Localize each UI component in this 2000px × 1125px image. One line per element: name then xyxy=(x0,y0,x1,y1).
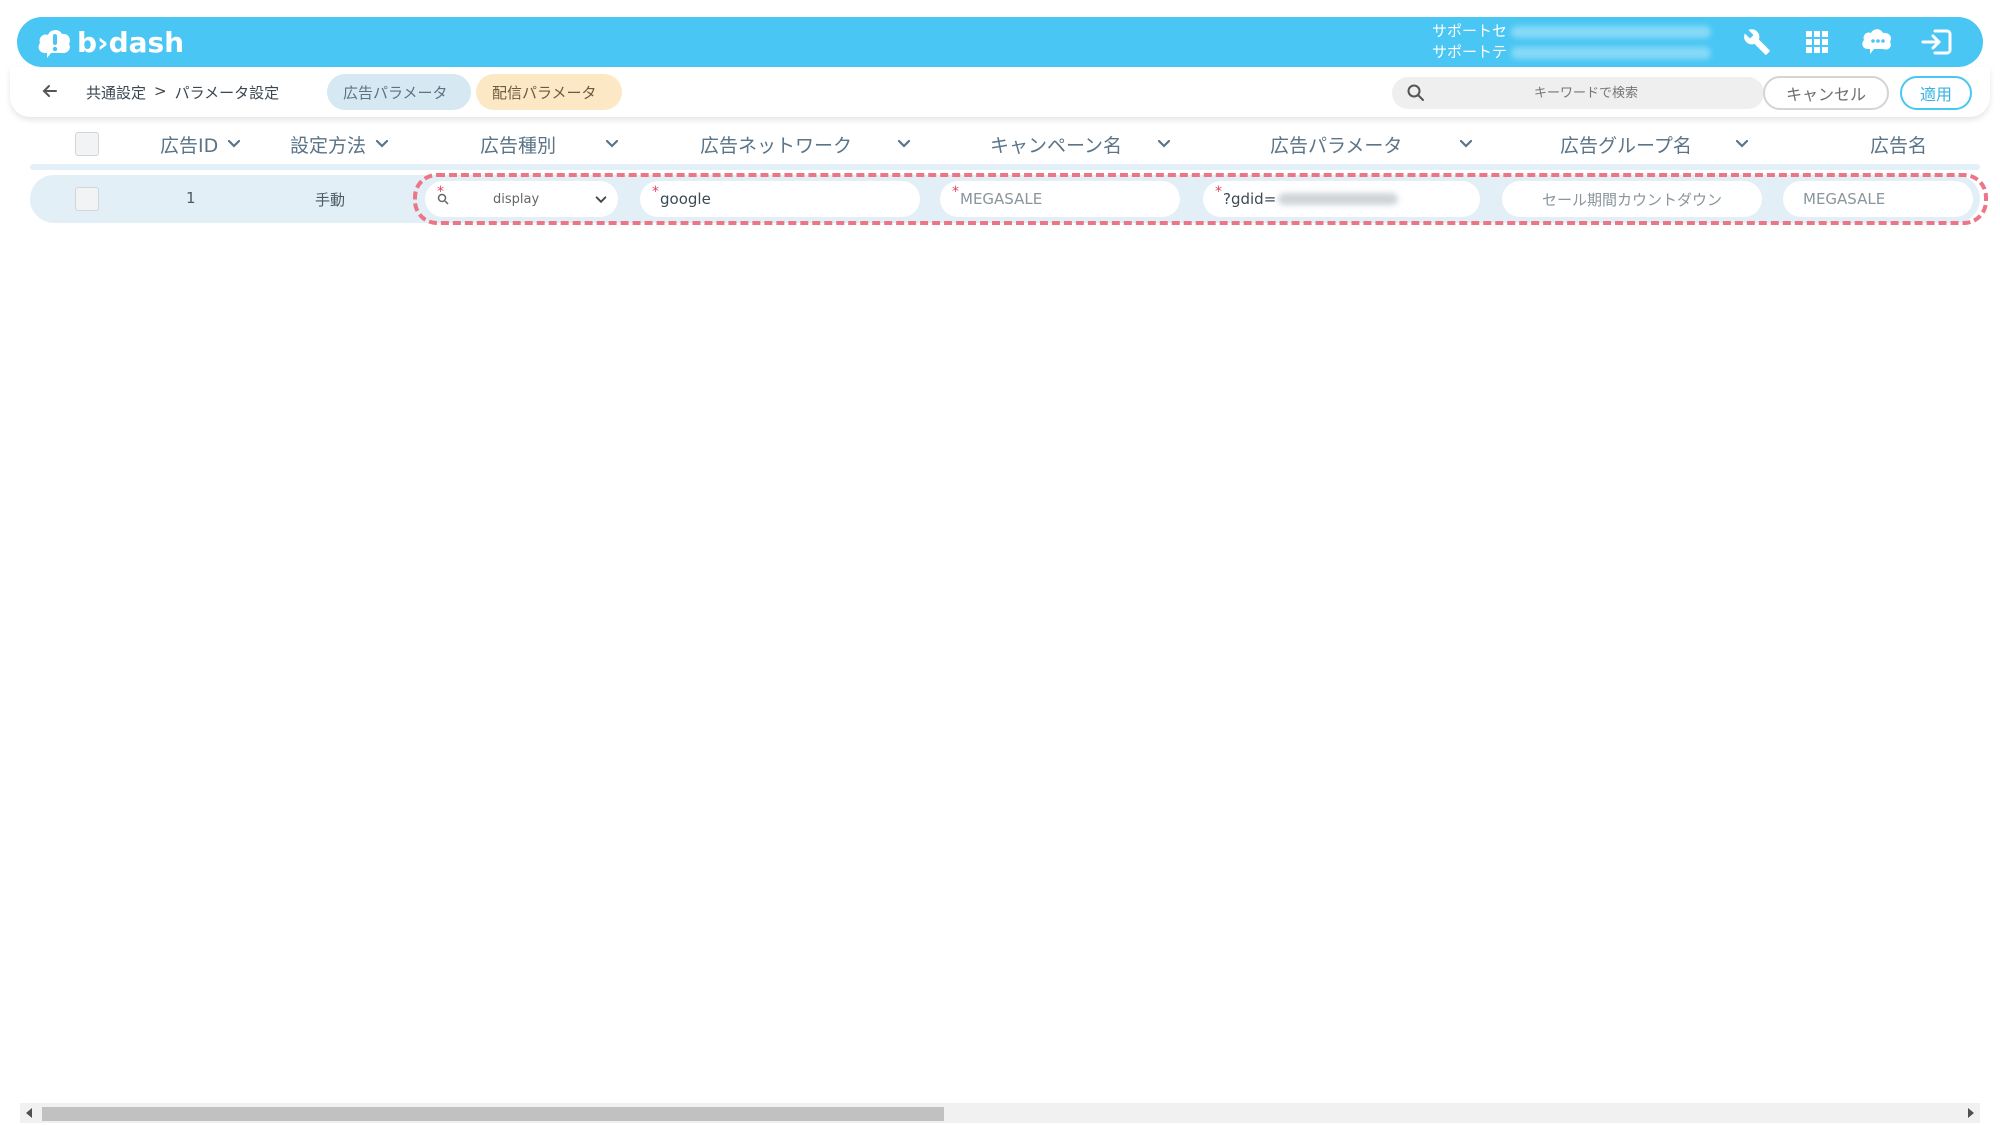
chevron-down-icon xyxy=(1735,139,1748,148)
redacted-text xyxy=(1511,25,1712,38)
logout-icon[interactable] xyxy=(1921,26,1953,58)
breadcrumb-common-settings[interactable]: 共通設定 xyxy=(86,82,146,103)
column-header-ad-group-name[interactable]: 広告グループ名 xyxy=(1560,130,1750,158)
chevron-down-icon xyxy=(228,139,241,148)
top-bar: b›dash サポートセ サポートテ xyxy=(17,17,1983,67)
breadcrumb-parameter-settings: パラメータ設定 xyxy=(174,84,280,102)
support-line-1: サポートセ xyxy=(1432,22,1508,40)
search-box xyxy=(1392,77,1764,109)
header-divider xyxy=(30,164,1980,170)
horizontal-scrollbar[interactable] xyxy=(20,1103,1980,1123)
logo-text: b›dash xyxy=(77,25,185,59)
tab-ad-parameters[interactable]: 広告パラメータ xyxy=(327,74,471,110)
grid-icon[interactable] xyxy=(1801,26,1833,58)
tab-distribution-parameters[interactable]: 配信パラメータ xyxy=(476,74,622,110)
logo[interactable]: b›dash xyxy=(37,23,184,61)
breadcrumb-separator: > xyxy=(154,82,167,100)
chevron-down-icon xyxy=(897,139,911,148)
column-header-campaign-name[interactable]: キャンペーン名 xyxy=(990,130,1172,158)
chat-bubble-icon[interactable] xyxy=(1861,26,1893,58)
scroll-thumb[interactable] xyxy=(42,1107,944,1121)
chevron-down-icon xyxy=(1157,139,1171,148)
column-header-ad-type[interactable]: 広告種別 xyxy=(480,130,620,158)
redacted-text xyxy=(1511,46,1712,59)
logo-cloud-icon xyxy=(38,29,71,58)
back-arrow-icon[interactable] xyxy=(40,81,60,101)
column-header-ad-parameter[interactable]: 広告パラメータ xyxy=(1270,130,1474,158)
sub-header: 共通設定 > パラメータ設定 広告パラメータ 配信パラメータ キャンセル 適用 xyxy=(10,67,1990,117)
cancel-button[interactable]: キャンセル xyxy=(1763,76,1889,110)
column-header-ad-network[interactable]: 広告ネットワーク xyxy=(700,130,912,158)
chevron-down-icon xyxy=(1460,139,1473,148)
wrench-icon[interactable] xyxy=(1741,26,1773,58)
chevron-down-icon xyxy=(375,139,389,148)
highlight-annotation xyxy=(413,173,1988,225)
search-input[interactable] xyxy=(1436,84,1736,102)
row-checkbox[interactable] xyxy=(75,187,99,211)
apply-button[interactable]: 適用 xyxy=(1900,76,1972,110)
cell-ad-id: 1 xyxy=(186,189,196,207)
select-all-checkbox[interactable] xyxy=(75,132,99,156)
scroll-left-arrow-icon[interactable] xyxy=(26,1108,32,1118)
column-header-ad-id[interactable]: 広告ID xyxy=(160,130,242,158)
support-info: サポートセ サポートテ xyxy=(1432,21,1712,63)
scroll-right-arrow-icon[interactable] xyxy=(1968,1108,1974,1118)
support-line-2: サポートテ xyxy=(1432,43,1508,61)
breadcrumb: 共通設定 > パラメータ設定 xyxy=(86,82,279,103)
cell-method: 手動 xyxy=(315,191,346,209)
column-header-ad-name[interactable]: 広告名 xyxy=(1870,130,1927,158)
chevron-down-icon xyxy=(605,139,619,148)
column-header-method[interactable]: 設定方法 xyxy=(290,130,390,158)
search-icon xyxy=(1406,83,1426,103)
